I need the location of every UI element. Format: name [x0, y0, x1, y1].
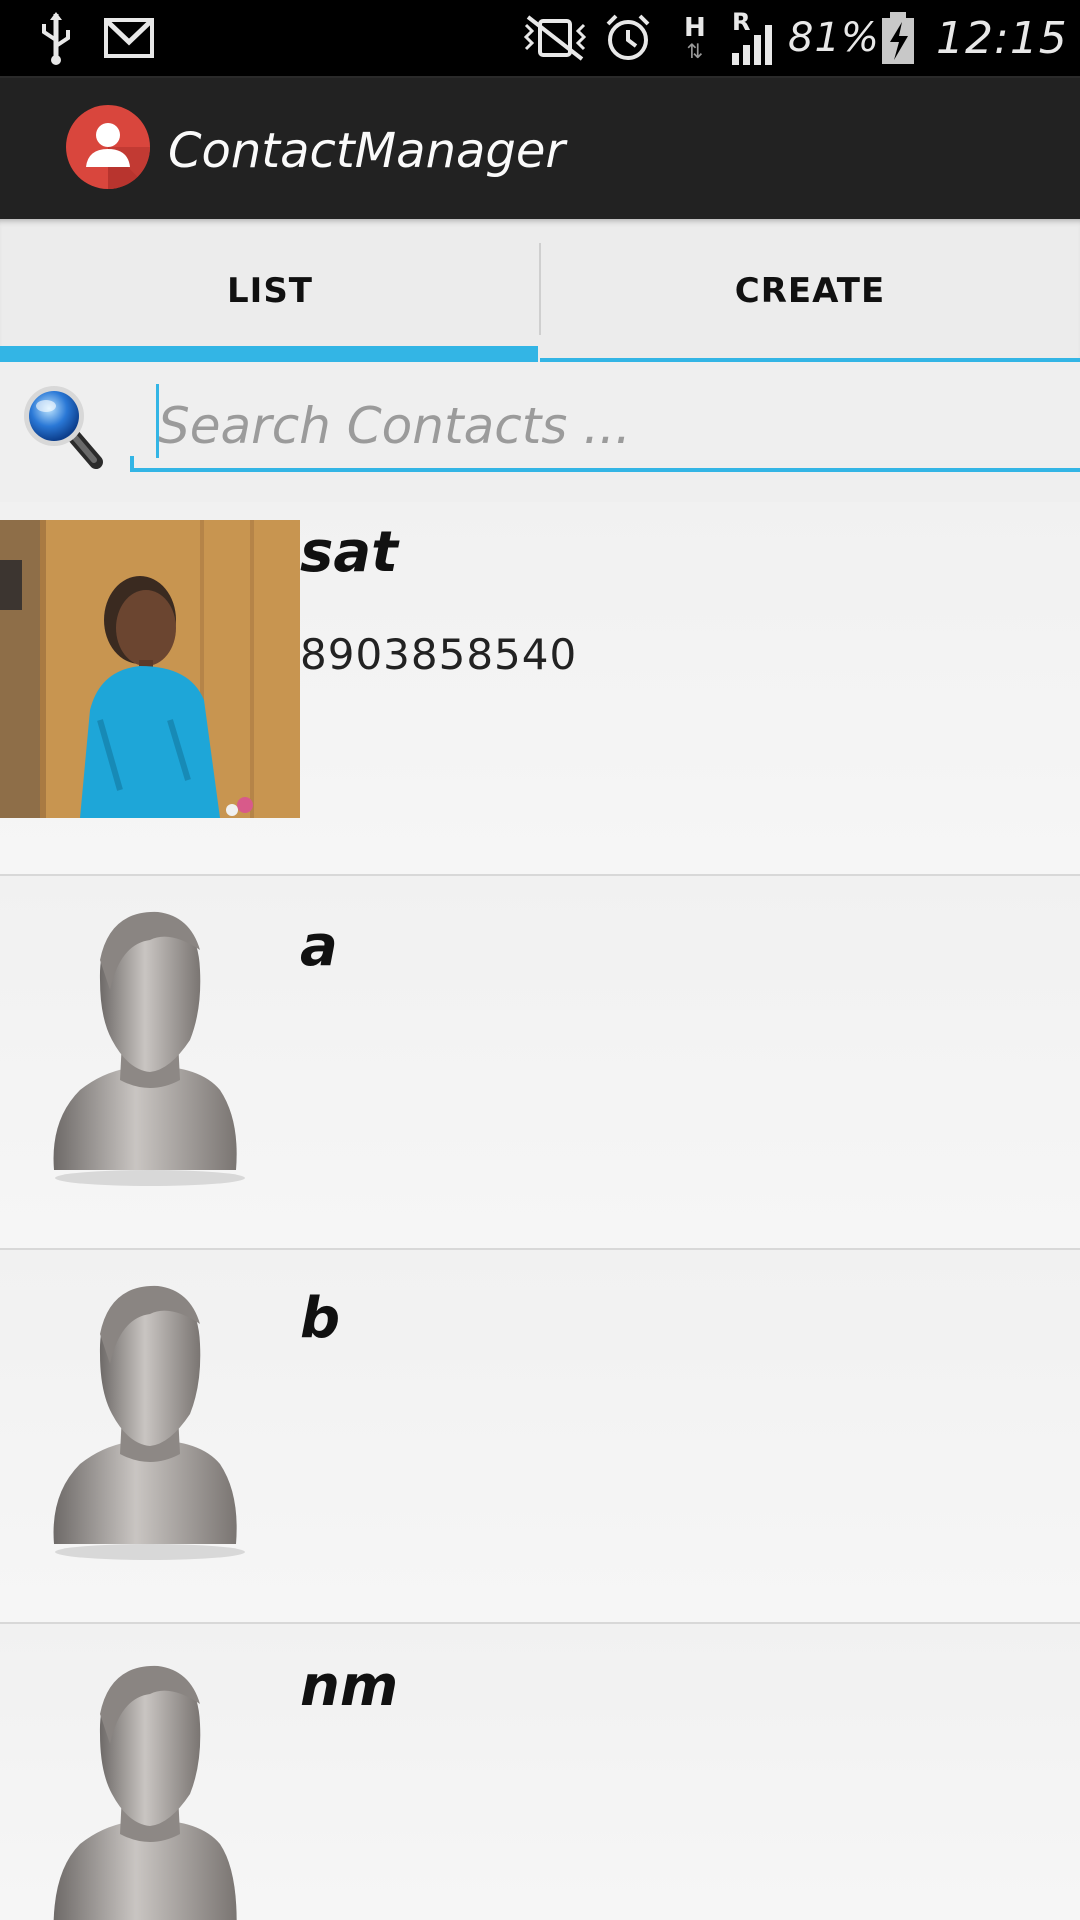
- battery-charging-icon: [878, 0, 918, 76]
- usb-icon: [36, 0, 76, 76]
- contact-photo: [0, 520, 300, 818]
- text-cursor: [156, 384, 159, 458]
- tab-active-indicator: [0, 346, 538, 362]
- app-logo-icon[interactable]: [66, 105, 150, 189]
- battery-percent: 81%: [788, 15, 880, 61]
- tab-list[interactable]: LIST: [0, 219, 540, 362]
- signal-icon: R: [730, 0, 778, 76]
- contact-name: b: [300, 1286, 341, 1351]
- gmail-icon: [104, 0, 154, 76]
- list-item[interactable]: a: [0, 876, 1080, 1250]
- vibrate-mute-icon: [520, 0, 590, 76]
- network-type: H ⇅: [684, 13, 706, 63]
- action-bar: ContactManager: [0, 78, 1080, 219]
- alarm-icon: [602, 0, 654, 76]
- search-icon[interactable]: [16, 376, 106, 476]
- status-bar: H ⇅ R 81% 12:15: [0, 0, 1080, 76]
- clock: 12:15: [936, 12, 1068, 64]
- default-person-icon: [40, 890, 260, 1190]
- search-row: [0, 362, 1080, 502]
- tab-create[interactable]: CREATE: [540, 219, 1080, 362]
- list-item[interactable]: nm: [0, 1624, 1080, 1920]
- search-underline: [130, 468, 1080, 472]
- contact-phone: 8903858540: [300, 630, 578, 679]
- app-title: ContactManager: [168, 123, 566, 179]
- default-person-icon: [40, 1644, 260, 1920]
- data-arrows-icon: ⇅: [686, 39, 704, 63]
- default-person-icon: [40, 1264, 260, 1564]
- list-item[interactable]: sat 8903858540: [0, 502, 1080, 876]
- search-input[interactable]: [130, 382, 1080, 470]
- contact-name: a: [300, 914, 338, 979]
- list-item[interactable]: b: [0, 1250, 1080, 1624]
- contact-name: sat: [300, 520, 398, 585]
- tab-bar: LIST CREATE: [0, 219, 1080, 362]
- contact-name: nm: [300, 1654, 399, 1719]
